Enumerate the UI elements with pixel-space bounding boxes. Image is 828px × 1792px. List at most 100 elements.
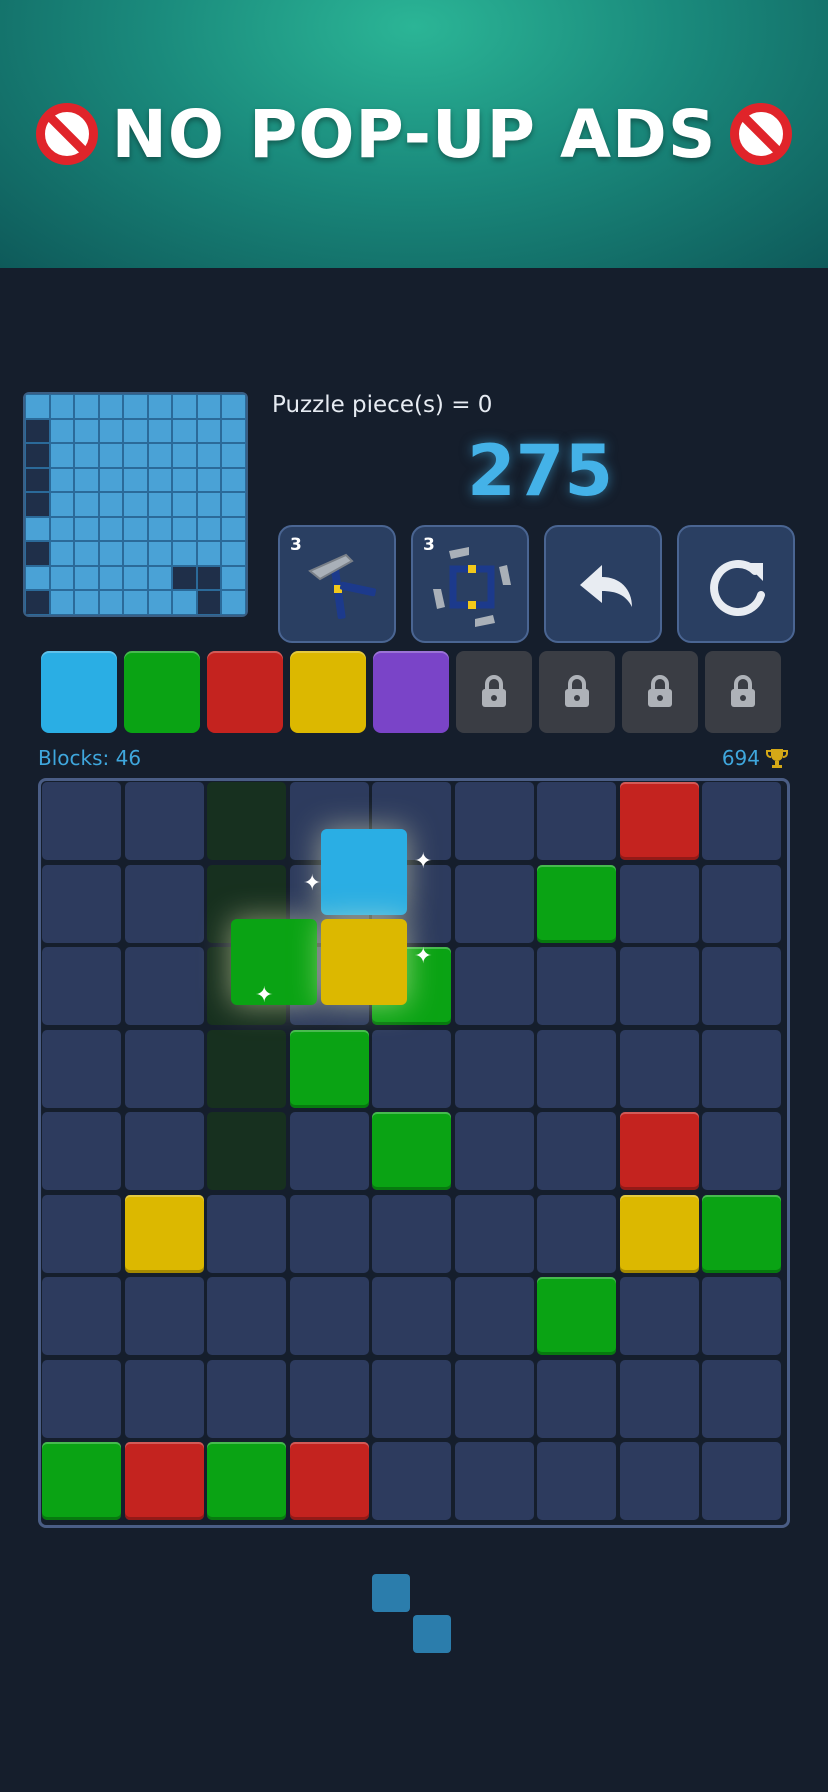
board-cell[interactable] — [124, 947, 204, 1025]
board-cell[interactable] — [619, 947, 699, 1025]
board-cell[interactable] — [124, 1029, 204, 1108]
minimap-cell — [147, 418, 173, 444]
block-red — [124, 1442, 204, 1520]
undo-button[interactable] — [544, 525, 662, 643]
board-cell[interactable] — [702, 1029, 781, 1108]
minimap-cell — [196, 565, 222, 591]
board-cell[interactable] — [42, 1029, 121, 1108]
board-cell[interactable] — [537, 1112, 616, 1190]
locked-swatch[interactable] — [539, 651, 615, 733]
board-cell[interactable] — [289, 1277, 369, 1355]
board-cell[interactable] — [454, 1112, 534, 1190]
board-cell[interactable] — [537, 1194, 616, 1273]
board-cell[interactable] — [454, 782, 534, 860]
blocks-count: Blocks: 46 — [38, 746, 142, 770]
locked-swatch[interactable] — [456, 651, 532, 733]
dragging-block-yellow[interactable] — [321, 919, 407, 1005]
board-cell[interactable] — [289, 1359, 369, 1438]
block-green — [289, 1029, 369, 1108]
color-swatch[interactable] — [124, 651, 200, 733]
minimap-cell — [147, 590, 173, 615]
board-cell[interactable] — [619, 864, 699, 943]
board-cell[interactable] — [124, 864, 204, 943]
board-cell[interactable] — [42, 1359, 121, 1438]
hammer-button[interactable]: 3 — [278, 525, 396, 643]
locked-swatch[interactable] — [705, 651, 781, 733]
board-cell[interactable] — [454, 1029, 534, 1108]
board-cell[interactable] — [42, 782, 121, 860]
minimap-cell — [196, 418, 222, 444]
block-yellow — [124, 1194, 204, 1273]
board-cell[interactable] — [42, 1277, 121, 1355]
board-cell[interactable] — [619, 1442, 699, 1520]
board-cell[interactable] — [702, 1112, 781, 1190]
restart-button[interactable] — [677, 525, 795, 643]
locked-swatch[interactable] — [622, 651, 698, 733]
minimap-cell — [172, 492, 197, 517]
board-cell[interactable] — [702, 1277, 781, 1355]
board-cell[interactable] — [124, 1277, 204, 1355]
minimap-cell — [172, 418, 197, 444]
puzzle-pieces-label: Puzzle piece(s) = 0 — [272, 392, 493, 418]
board-cell[interactable] — [207, 1359, 286, 1438]
block-green — [702, 1194, 781, 1273]
next-piece-block[interactable] — [413, 1615, 451, 1653]
board-cell[interactable] — [207, 782, 286, 860]
board-cell[interactable] — [124, 782, 204, 860]
board-cell[interactable] — [619, 1359, 699, 1438]
dragging-block-green[interactable] — [231, 919, 317, 1005]
board-cell[interactable] — [702, 1442, 781, 1520]
color-swatch[interactable] — [373, 651, 449, 733]
board-cell[interactable] — [537, 1359, 616, 1438]
minimap-cell — [49, 394, 75, 419]
board-cell[interactable] — [537, 782, 616, 860]
board-cell[interactable] — [454, 1277, 534, 1355]
board-cell[interactable] — [289, 1112, 369, 1190]
minimap-cell — [196, 516, 222, 542]
board-cell[interactable] — [619, 1277, 699, 1355]
board-cell[interactable] — [372, 1277, 451, 1355]
board-cell[interactable] — [702, 947, 781, 1025]
next-piece-block[interactable] — [372, 1574, 410, 1612]
board-cell[interactable] — [537, 1029, 616, 1108]
sparkle-icon: ✦ — [255, 983, 274, 1008]
board-cell[interactable] — [372, 1029, 451, 1108]
board-cell[interactable] — [42, 864, 121, 943]
minimap-cell — [25, 418, 50, 444]
color-swatch[interactable] — [41, 651, 117, 733]
board-cell[interactable] — [537, 947, 616, 1025]
board-cell[interactable] — [454, 947, 534, 1025]
board-cell[interactable] — [454, 1359, 534, 1438]
game-board[interactable]: ✦ ✦ ✦ ✦ — [38, 778, 790, 1528]
board-cell[interactable] — [124, 1112, 204, 1190]
board-cell[interactable] — [42, 947, 121, 1025]
board-cell[interactable] — [372, 1194, 451, 1273]
dragging-block-blue[interactable] — [321, 829, 407, 915]
board-cell[interactable] — [454, 1442, 534, 1520]
minimap-cell — [196, 467, 222, 493]
board-cell[interactable] — [454, 1194, 534, 1273]
board-cell[interactable] — [289, 1194, 369, 1273]
board-cell[interactable] — [702, 1359, 781, 1438]
board-cell[interactable] — [207, 1194, 286, 1273]
minimap-cell — [98, 467, 124, 493]
board-cell[interactable] — [372, 1442, 451, 1520]
board-cell[interactable] — [207, 1112, 286, 1190]
board-cell[interactable] — [619, 1029, 699, 1108]
board-cell[interactable] — [42, 1194, 121, 1273]
board-cell[interactable] — [702, 782, 781, 860]
board-cell[interactable] — [124, 1359, 204, 1438]
board-cell[interactable] — [207, 1277, 286, 1355]
board-cell[interactable] — [42, 1112, 121, 1190]
board-cell[interactable] — [372, 1359, 451, 1438]
lock-icon — [565, 675, 589, 707]
board-cell[interactable] — [537, 1442, 616, 1520]
color-swatch[interactable] — [290, 651, 366, 733]
board-cell[interactable] — [702, 864, 781, 943]
board-cell[interactable] — [454, 864, 534, 943]
color-swatch[interactable] — [207, 651, 283, 733]
sparkle-icon: ✦ — [414, 944, 433, 969]
double-hammer-button[interactable]: 3 — [411, 525, 529, 643]
minimap-cell — [25, 516, 50, 542]
board-cell[interactable] — [207, 1029, 286, 1108]
